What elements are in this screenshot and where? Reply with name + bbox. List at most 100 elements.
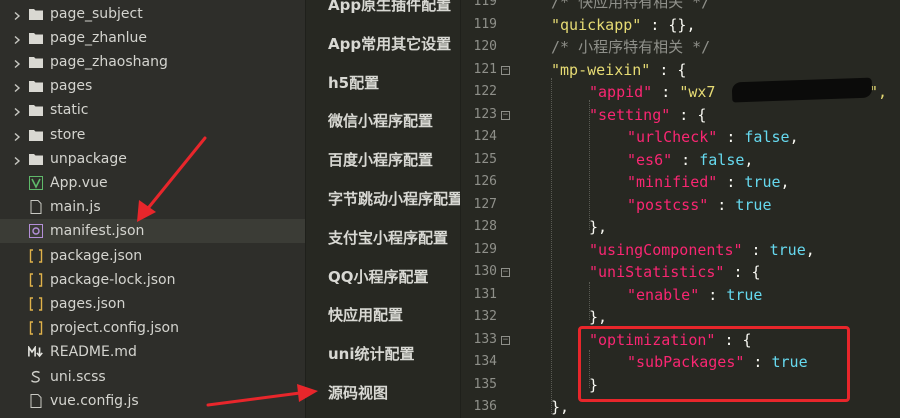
file-name: package.json [50,247,143,264]
json-file-icon [28,272,44,288]
code-token: }, [551,398,570,416]
file-tree-item[interactable]: main.js [0,195,305,219]
settings-menu-item[interactable]: App原生插件配置 [328,0,460,20]
code-line[interactable]: "usingComponents" : true, [589,239,815,262]
line-number: 130 [473,264,497,279]
code-token: : [742,240,770,259]
line-number: 128 [473,219,497,234]
line-number: 122 [473,84,497,99]
code-token: true [769,240,806,259]
code-line[interactable]: "postcss" : true [627,194,772,217]
settings-menu-item[interactable]: 快应用配置 [328,300,460,330]
code-line[interactable]: /* 快应用特有相关 */ [551,0,710,14]
code-token: : [652,83,680,101]
code-token: , [805,240,815,259]
code-line[interactable]: }, [551,396,569,418]
settings-menu-item[interactable]: 支付宝小程序配置 [328,223,460,253]
code-line[interactable]: "mp-weixin" : { [551,59,686,82]
json-file-icon [28,296,44,312]
fold-toggle-icon[interactable]: − [501,110,510,120]
code-token: "enable" [627,285,700,304]
file-tree-item[interactable]: static [0,98,305,122]
code-token: : { [724,263,761,281]
chevron-right-icon[interactable] [12,105,22,117]
chevron-right-icon[interactable] [12,130,22,141]
folder-icon [28,151,44,167]
file-name: uni.scss [50,368,106,385]
line-number: 123 [473,106,497,122]
file-tree-item[interactable]: manifest.json [0,219,305,244]
settings-menu-item[interactable]: 微信小程序配置 [328,106,460,136]
indent-guide [589,100,590,230]
line-number: 127 [473,196,497,212]
file-tree-item[interactable]: package.json [0,244,305,268]
code-token: "setting" [589,105,671,124]
line-number: 120 [473,39,497,54]
file-name: package-lock.json [50,271,176,288]
chevron-right-icon[interactable] [12,33,22,44]
code-line[interactable]: }, [589,216,607,239]
settings-menu-item[interactable]: QQ小程序配置 [328,262,460,292]
file-tree-item[interactable]: unpackage [0,147,305,171]
file-name: store [50,126,86,143]
code-token: : { [650,60,687,79]
file-name: App.vue [50,174,108,191]
markdown-file-icon [28,344,44,360]
code-line[interactable]: "setting" : { [589,104,706,127]
code-line[interactable]: /* 小程序特有相关 */ [551,36,710,59]
code-token: : [672,150,700,169]
code-line[interactable]: "enable" : true [627,284,762,307]
file-tree-item[interactable]: store [0,123,305,147]
file-tree-item[interactable]: vue.config.js [0,389,305,413]
code-token: "wx7 [679,83,716,101]
settings-menu-item[interactable]: 源码视图 [328,378,460,408]
code-line[interactable]: "quickapp" : {}, [551,14,696,37]
code-line[interactable]: "es6" : false, [627,149,753,172]
settings-menu-item[interactable]: App常用其它设置 [328,29,460,59]
line-number: 134 [473,354,497,369]
file-tree-item[interactable]: pages [0,74,305,98]
js-file-icon [28,199,44,215]
file-tree-item[interactable]: project.config.json [0,316,305,340]
code-token: "es6" [627,150,673,169]
file-tree-item[interactable]: page_subject [0,2,305,26]
fold-toggle-icon[interactable]: − [501,268,510,277]
file-name: pages.json [50,295,126,312]
line-number: 129 [473,241,497,257]
line-number: 135 [473,376,497,392]
scss-file-icon [28,369,44,385]
file-tree: page_subject page_zhanlue page_zhaoshang pa… [0,0,305,418]
file-tree-item[interactable]: uni.scss [0,365,305,389]
chevron-right-icon[interactable] [12,9,22,20]
settings-menu-item[interactable]: 百度小程序配置 [328,145,460,175]
code-line[interactable]: "uniStatistics" : { [589,261,761,284]
fold-toggle-icon[interactable]: − [501,335,510,345]
code-line[interactable]: "urlCheck" : false, [627,126,799,149]
code-token: "urlCheck" [627,128,718,146]
line-number: 133 [473,331,497,347]
settings-menu-item[interactable]: 字节跳动小程序配置 [328,184,460,214]
line-number: 136 [473,399,497,414]
line-number: 124 [473,129,497,144]
file-tree-item[interactable]: pages.json [0,292,305,316]
file-tree-item[interactable]: App.vue [0,171,305,195]
file-tree-item[interactable]: page_zhanlue [0,26,305,50]
chevron-right-icon[interactable] [12,154,22,165]
code-line[interactable]: "minified" : true, [627,171,790,194]
folder-icon [28,54,44,70]
folder-icon [28,78,44,94]
code-token: "uniStatistics" [589,263,725,281]
file-tree-item[interactable]: README.md [0,340,305,364]
settings-menu-item[interactable]: h5配置 [328,68,460,98]
file-name: page_zhanlue [50,29,148,46]
chevron-right-icon[interactable] [12,81,22,93]
fold-toggle-icon[interactable]: − [501,65,510,75]
code-token: : {}, [641,15,696,34]
chevron-right-icon[interactable] [12,57,22,68]
file-tree-item[interactable]: package-lock.json [0,268,305,292]
settings-menu-item[interactable]: uni统计配置 [328,339,460,369]
file-tree-item[interactable]: page_zhaoshang [0,50,305,74]
file-name: vue.config.js [50,392,139,409]
folder-icon [28,102,44,118]
file-name: README.md [50,344,137,361]
